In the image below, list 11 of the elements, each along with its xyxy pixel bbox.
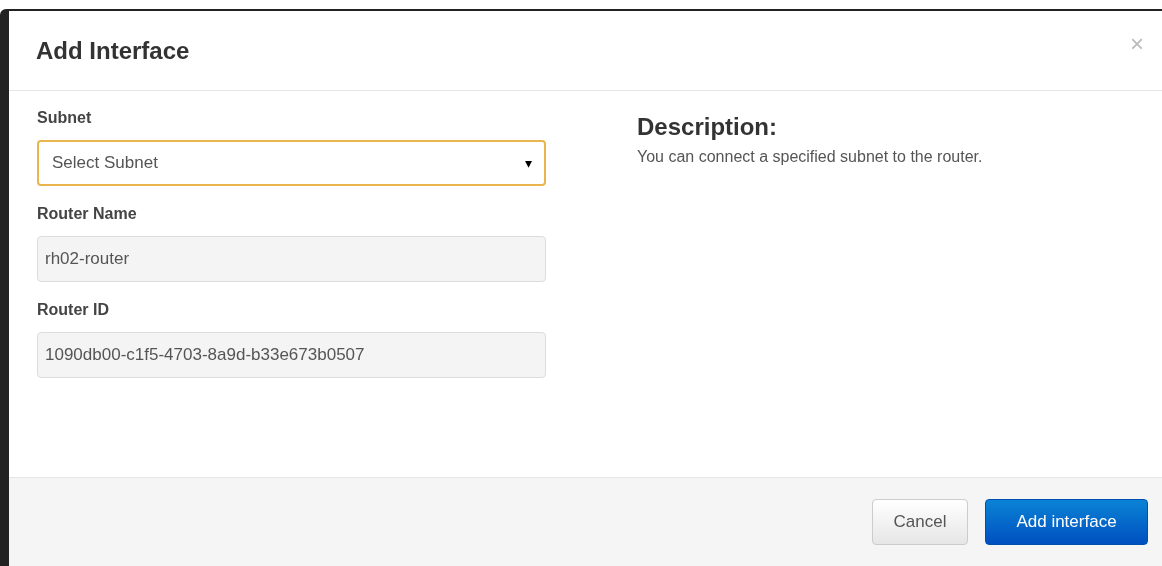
add-interface-button[interactable]: Add interface [985,499,1148,545]
field-label: Router ID [37,301,110,319]
field-label: Router Name [37,205,138,223]
input-field[interactable]: 1090db00-c1f5-4703-8a9d-b33e673b0507 [37,332,546,378]
field-label: Subnet [37,109,93,127]
cancel-button[interactable]: Cancel [872,499,968,545]
description-text: You can connect a specified subnet to the router. [637,148,983,166]
subnet-dropdown[interactable]: Select Subnet ▾ [37,140,546,186]
description-heading: Description: [637,113,777,141]
input-field[interactable]: rh02-router [37,236,546,282]
dialog-title: Add Interface [36,36,190,65]
